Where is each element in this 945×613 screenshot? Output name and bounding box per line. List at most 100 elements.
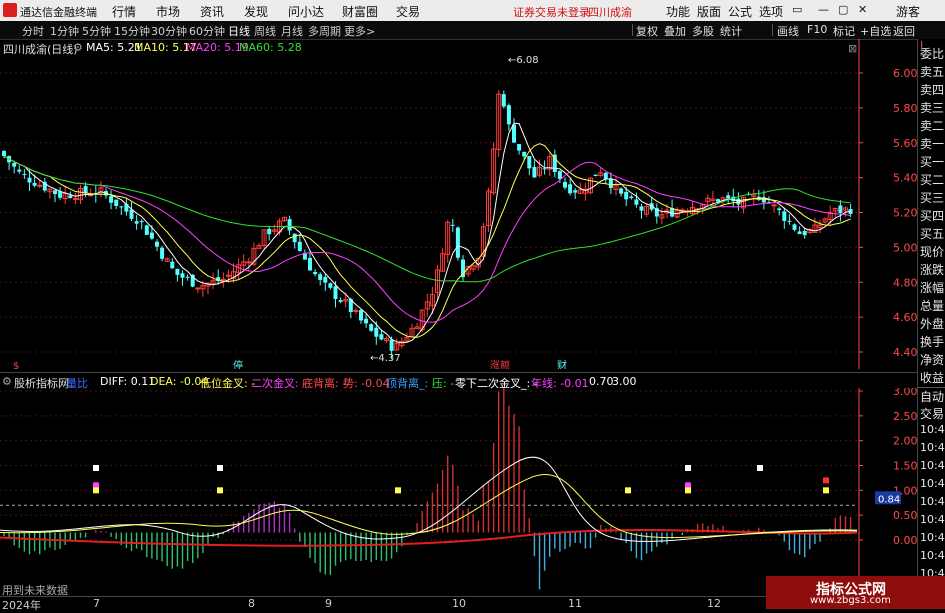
price-axis-label: 5.40 [893, 172, 917, 185]
candle-body-down [12, 162, 17, 167]
period-tab-more[interactable]: 更多> [344, 23, 375, 39]
candle-body-down [287, 219, 292, 231]
candle-body-down [144, 225, 149, 235]
candle-body-up [195, 287, 201, 290]
candle-body-down [374, 327, 379, 337]
value-2: 3.00 [612, 375, 637, 388]
panel-auto-button[interactable]: 自动 [920, 388, 944, 405]
candle-body-down [318, 274, 323, 280]
guest-label[interactable]: 游客 [896, 3, 920, 20]
signal-marker [625, 487, 631, 494]
panel-volume: 总量 [920, 299, 945, 313]
statistics-button[interactable]: 统计 [720, 23, 742, 39]
event-mark: 涨额 [490, 359, 510, 369]
candlestick-chart[interactable]: 6.00 5.80 5.60 5.40 5.20 5.00 4.80 4.60 4.40 ←6.0… [0, 39, 917, 369]
price-axis-label: 4.80 [893, 276, 917, 289]
candle-body-down [149, 232, 154, 239]
candle-body-down [726, 195, 731, 199]
menu-discover[interactable]: 发现 [244, 3, 268, 20]
menu-options[interactable]: 选项 [759, 3, 783, 20]
panel-bid1: 买一 [920, 155, 945, 169]
app-title: 通达信金融终端 [20, 6, 97, 19]
panel-time-7: 10:49 [920, 531, 945, 544]
menu-quotes[interactable]: 行情 [112, 3, 136, 20]
period-tab-5min[interactable]: 5分钟 [82, 23, 111, 39]
candle-body-down [27, 177, 32, 183]
restore-right-button[interactable]: 复权 [636, 23, 658, 39]
candle-body-down [542, 168, 547, 170]
menu-market[interactable]: 市场 [156, 3, 180, 20]
menu-wealth[interactable]: 财富圈 [342, 3, 378, 20]
draw-line-button[interactable]: 画线 [777, 23, 799, 39]
indicator-chart[interactable]: 3.002.502.001.501.000.500.000.84 [0, 388, 917, 596]
period-tab-timeshare[interactable]: 分时 [22, 23, 44, 39]
diff-value: DIFF: 0.11 [100, 375, 156, 388]
candle-body-down [134, 221, 139, 224]
login-warning[interactable]: 证券交易未登录 [513, 4, 590, 20]
minimize-icon[interactable]: — [818, 3, 829, 16]
candle-body-down [777, 208, 782, 211]
candle-body-down [512, 124, 516, 143]
message-icon[interactable]: ▭ [792, 3, 802, 16]
candle-body-down [53, 190, 57, 194]
close-icon[interactable]: ✕ [858, 3, 867, 16]
candle-body-down [139, 221, 144, 223]
signal-marker [93, 487, 99, 494]
back-button[interactable]: 返回 [893, 23, 915, 39]
period-tab-1min[interactable]: 1分钟 [50, 23, 79, 39]
candle-body-down [593, 174, 598, 177]
menu-trade[interactable]: 交易 [396, 3, 420, 20]
candle-body-down [32, 182, 37, 186]
date-jul: 7 [93, 597, 100, 610]
candle-body-down [323, 276, 328, 283]
menu-news[interactable]: 资讯 [200, 3, 224, 20]
candle-body-up [220, 278, 226, 281]
mark-button[interactable]: 标记 [833, 23, 855, 39]
indicator-info-bar: ⚙ 股析指标网 量比 DIFF: 0.11 DEA: -0.04 低位金叉: -… [0, 372, 917, 390]
indicator-axis-label: 0.00 [893, 534, 917, 547]
period-tab-monthly[interactable]: 月线 [281, 23, 303, 39]
indicator-axis-label: 3.00 [893, 388, 917, 398]
candle-body-down [369, 324, 374, 331]
stock-name-title: 四川成渝 [588, 6, 632, 19]
candle-body-down [608, 178, 613, 189]
menu-assistant[interactable]: 问小达 [288, 3, 324, 20]
multi-stock-button[interactable]: 多股 [692, 23, 714, 39]
panel-time-1: 10:49 [920, 423, 945, 436]
f10-button[interactable]: F10 [807, 23, 827, 36]
signal-marker [823, 477, 829, 484]
candle-body-down [333, 286, 338, 300]
maximize-icon[interactable]: ▢ [838, 3, 848, 16]
menu-layout[interactable]: 版面 [697, 3, 721, 20]
panel-earnings: 收益 [920, 371, 945, 385]
candle-body-down [450, 224, 455, 226]
menu-function[interactable]: 功能 [666, 3, 690, 20]
panel-time-3: 10:49 [920, 459, 945, 472]
period-tab-30min[interactable]: 30分钟 [151, 23, 187, 39]
candle-body-down [359, 310, 363, 321]
candle-body-down [175, 268, 180, 275]
menu-formula[interactable]: 公式 [728, 3, 752, 20]
app-logo-icon [3, 3, 17, 17]
candle-body-down [634, 199, 639, 205]
panel-time-6: 10:49 [920, 513, 945, 526]
candle-body-down [506, 105, 511, 125]
period-tab-weekly[interactable]: 周线 [254, 23, 276, 39]
period-tab-60min[interactable]: 60分钟 [189, 23, 225, 39]
toolbar-separator [632, 24, 633, 36]
overlay-button[interactable]: 叠加 [664, 23, 686, 39]
add-watchlist-button[interactable]: +自选 [860, 23, 891, 39]
watermark-url: www.zbgs3.com [810, 595, 891, 606]
signal-marker [823, 487, 829, 494]
period-tab-daily[interactable]: 日线 [228, 23, 250, 39]
period-tab-multi[interactable]: 多周期 [308, 23, 341, 39]
watermark-badge: 指标公式网 www.zbgs3.com [766, 576, 945, 609]
candle-body-down [155, 241, 159, 247]
panel-trade-button[interactable]: 交易 [920, 405, 944, 422]
period-tab-15min[interactable]: 15分钟 [114, 23, 150, 39]
indicator-axis-label: 2.00 [893, 435, 917, 448]
signal-marker [395, 487, 401, 494]
date-year: 2024年 [2, 599, 41, 612]
candle-body-down [787, 220, 792, 222]
indicator-settings-icon[interactable]: ⚙ [2, 375, 12, 388]
